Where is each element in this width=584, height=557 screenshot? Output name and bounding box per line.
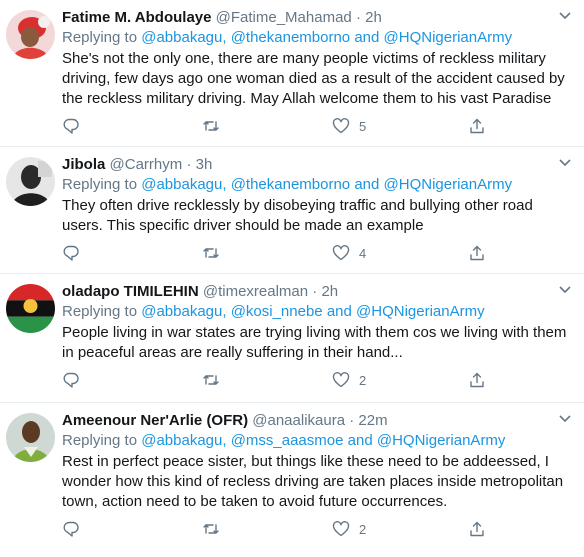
mention-link[interactable]: @mss_aaasmoe (231, 432, 344, 449)
retweet-button[interactable] (202, 518, 220, 540)
like-button[interactable]: 2 (332, 369, 366, 391)
share-button[interactable] (468, 518, 486, 540)
tweet[interactable]: Jibola @Carrhym · 3h Replying to @abbaka… (0, 147, 584, 274)
timestamp[interactable]: 2h (365, 9, 382, 26)
share-button[interactable] (468, 115, 486, 137)
display-name[interactable]: Ameenour Ner'Arlie (OFR) (62, 412, 248, 429)
like-button[interactable]: 2 (332, 518, 366, 540)
tweet-actions: 4 (62, 236, 570, 270)
reply-button[interactable] (62, 518, 80, 540)
separator: · (355, 9, 361, 26)
timestamp[interactable]: 2h (321, 283, 338, 300)
share-icon (470, 521, 484, 537)
mention-link[interactable]: @abbakagu (141, 176, 222, 193)
tweet[interactable]: Fatime M. Abdoulaye @Fatime_Mahamad · 2h… (0, 0, 584, 147)
chevron-down-icon (559, 415, 571, 423)
reply-icon (63, 118, 79, 134)
tweet-header: oladapo TIMILEHIN @timexrealman · 2h (62, 282, 570, 302)
tweet-text: Rest in perfect peace sister, but things… (62, 453, 564, 510)
handle[interactable]: @anaalikaura (252, 412, 345, 429)
reply-icon (63, 372, 79, 388)
tweet[interactable]: oladapo TIMILEHIN @timexrealman · 2h Rep… (0, 274, 584, 403)
mention-link[interactable]: @HQNigerianArmy (384, 176, 513, 193)
retweet-icon (203, 121, 219, 131)
share-icon (470, 118, 484, 134)
mention-link[interactable]: @HQNigerianArmy (384, 29, 513, 46)
reply-icon (63, 245, 79, 261)
retweet-icon (203, 524, 219, 534)
tweet-header: Jibola @Carrhym · 3h (62, 155, 570, 175)
avatar[interactable] (6, 284, 55, 333)
replying-to: Replying to @abbakagu, @kosi_nnebe and @… (62, 303, 485, 320)
chevron-down-icon (559, 159, 571, 167)
chevron-down-icon (559, 12, 571, 20)
heart-icon (332, 521, 350, 537)
retweet-button[interactable] (202, 115, 220, 137)
like-count: 2 (359, 372, 367, 388)
display-name[interactable]: Jibola (62, 156, 105, 173)
tweet[interactable]: Ameenour Ner'Arlie (OFR) @anaalikaura · … (0, 403, 584, 557)
mention-link[interactable]: @thekanemborno (231, 29, 350, 46)
more-options-button[interactable] (556, 280, 574, 298)
avatar[interactable] (6, 157, 55, 206)
more-options-button[interactable] (556, 153, 574, 171)
tweet-actions: 2 (62, 363, 570, 397)
tweet-actions: 2 (62, 512, 570, 546)
mention-link[interactable]: @abbakagu (141, 432, 222, 449)
heart-icon (332, 118, 350, 134)
heart-icon (332, 245, 350, 261)
tweet-header: Ameenour Ner'Arlie (OFR) @anaalikaura · … (62, 411, 570, 431)
reply-feed: Fatime M. Abdoulaye @Fatime_Mahamad · 2h… (0, 0, 584, 557)
separator: · (186, 156, 192, 173)
separator: · (349, 412, 355, 429)
replying-to: Replying to @abbakagu, @thekanemborno an… (62, 29, 513, 46)
mention-link[interactable]: @HQNigerianArmy (377, 432, 506, 449)
mention-link[interactable]: @thekanemborno (231, 176, 350, 193)
share-icon (470, 372, 484, 388)
display-name[interactable]: Fatime M. Abdoulaye (62, 9, 211, 26)
tweet-text: She's not the only one, there are many p… (62, 50, 565, 107)
reply-button[interactable] (62, 115, 80, 137)
more-options-button[interactable] (556, 409, 574, 427)
tweet-actions: 5 (62, 109, 570, 143)
mention-link[interactable]: @abbakagu (141, 29, 222, 46)
timestamp[interactable]: 3h (196, 156, 213, 173)
tweet-header: Fatime M. Abdoulaye @Fatime_Mahamad · 2h (62, 8, 570, 28)
like-count: 2 (359, 521, 367, 537)
avatar[interactable] (6, 10, 55, 59)
like-button[interactable]: 4 (332, 242, 366, 264)
like-count: 5 (359, 118, 367, 134)
retweet-button[interactable] (202, 242, 220, 264)
share-icon (470, 245, 484, 261)
separator: · (312, 283, 318, 300)
timestamp[interactable]: 22m (358, 412, 387, 429)
handle[interactable]: @Carrhym (110, 156, 183, 173)
replying-to: Replying to @abbakagu, @mss_aaasmoe and … (62, 432, 506, 449)
replying-to: Replying to @abbakagu, @thekanemborno an… (62, 176, 513, 193)
like-button[interactable]: 5 (332, 115, 366, 137)
handle[interactable]: @Fatime_Mahamad (216, 9, 352, 26)
retweet-icon (203, 375, 219, 385)
mention-link[interactable]: @abbakagu (141, 303, 222, 320)
share-button[interactable] (468, 369, 486, 391)
like-count: 4 (359, 245, 367, 261)
mention-link[interactable]: @HQNigerianArmy (356, 303, 485, 320)
reply-button[interactable] (62, 242, 80, 264)
retweet-icon (203, 248, 219, 258)
tweet-text: People living in war states are trying l… (62, 324, 567, 361)
reply-icon (63, 521, 79, 537)
reply-button[interactable] (62, 369, 80, 391)
share-button[interactable] (468, 242, 486, 264)
chevron-down-icon (559, 286, 571, 294)
retweet-button[interactable] (202, 369, 220, 391)
mention-link[interactable]: @kosi_nnebe (231, 303, 323, 320)
display-name[interactable]: oladapo TIMILEHIN (62, 283, 199, 300)
tweet-text: They often drive recklessly by disobeyin… (62, 197, 533, 234)
heart-icon (332, 372, 350, 388)
avatar[interactable] (6, 413, 55, 462)
handle[interactable]: @timexrealman (203, 283, 308, 300)
more-options-button[interactable] (556, 6, 574, 24)
